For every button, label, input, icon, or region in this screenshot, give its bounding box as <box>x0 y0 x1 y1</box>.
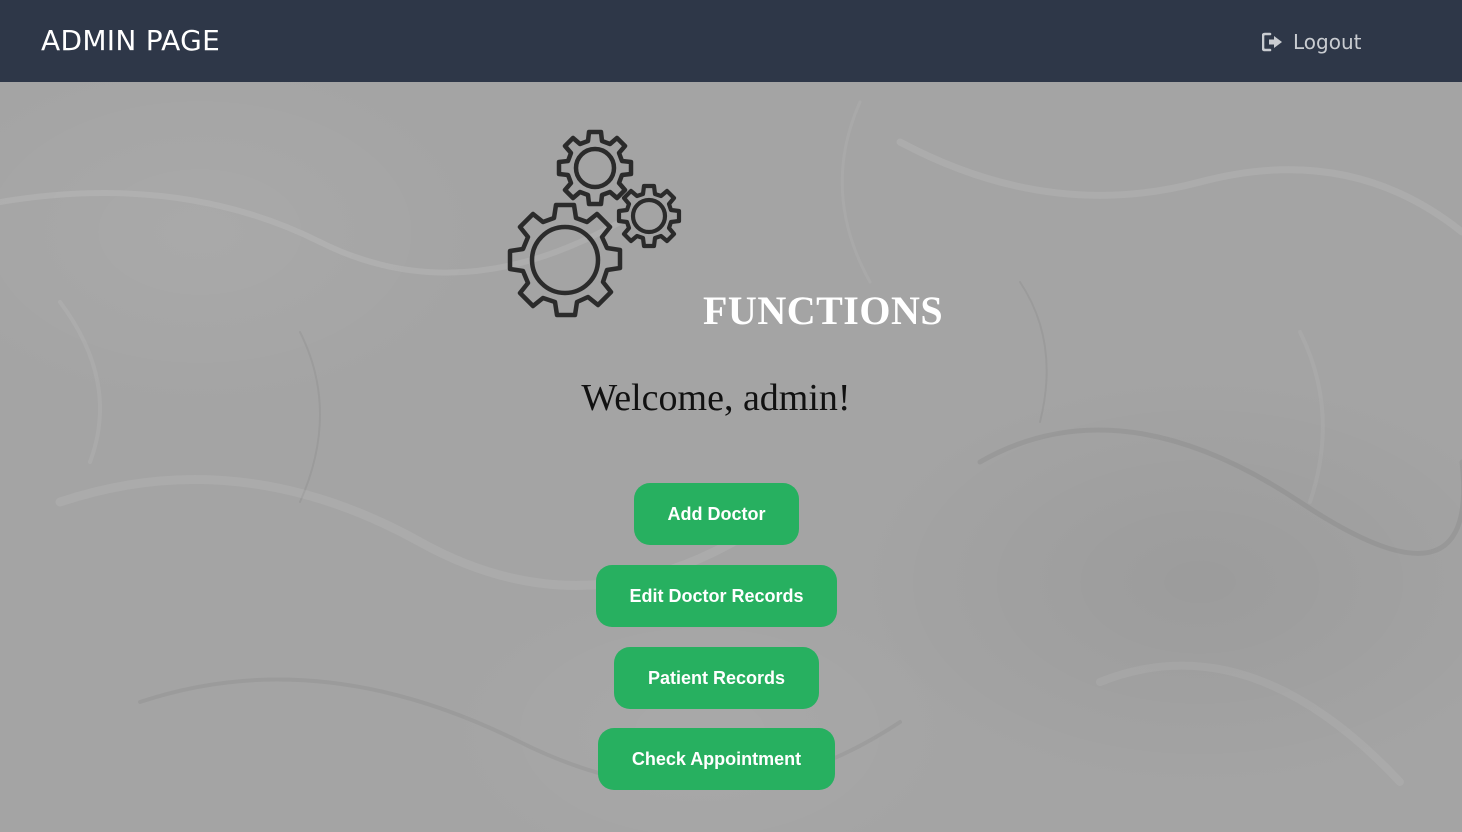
top-navbar: ADMIN PAGE Logout <box>0 0 1462 82</box>
main-content: FUNCTIONS Welcome, admin! Add Doctor Edi… <box>0 82 1462 832</box>
marble-texture <box>0 100 1462 790</box>
add-doctor-button[interactable]: Add Doctor <box>634 483 799 545</box>
logout-link[interactable]: Logout <box>1262 27 1361 57</box>
gears-icon <box>507 129 682 318</box>
functions-heading: FUNCTIONS <box>703 288 944 333</box>
check-appointment-button[interactable]: Check Appointment <box>598 728 835 790</box>
sign-out-icon <box>1262 32 1284 52</box>
welcome-message: Welcome, admin! <box>581 377 851 419</box>
patient-records-button[interactable]: Patient Records <box>614 647 819 709</box>
logout-label: Logout <box>1293 30 1362 54</box>
edit-doctor-records-button[interactable]: Edit Doctor Records <box>596 565 837 627</box>
brand-title: ADMIN PAGE <box>41 24 221 57</box>
